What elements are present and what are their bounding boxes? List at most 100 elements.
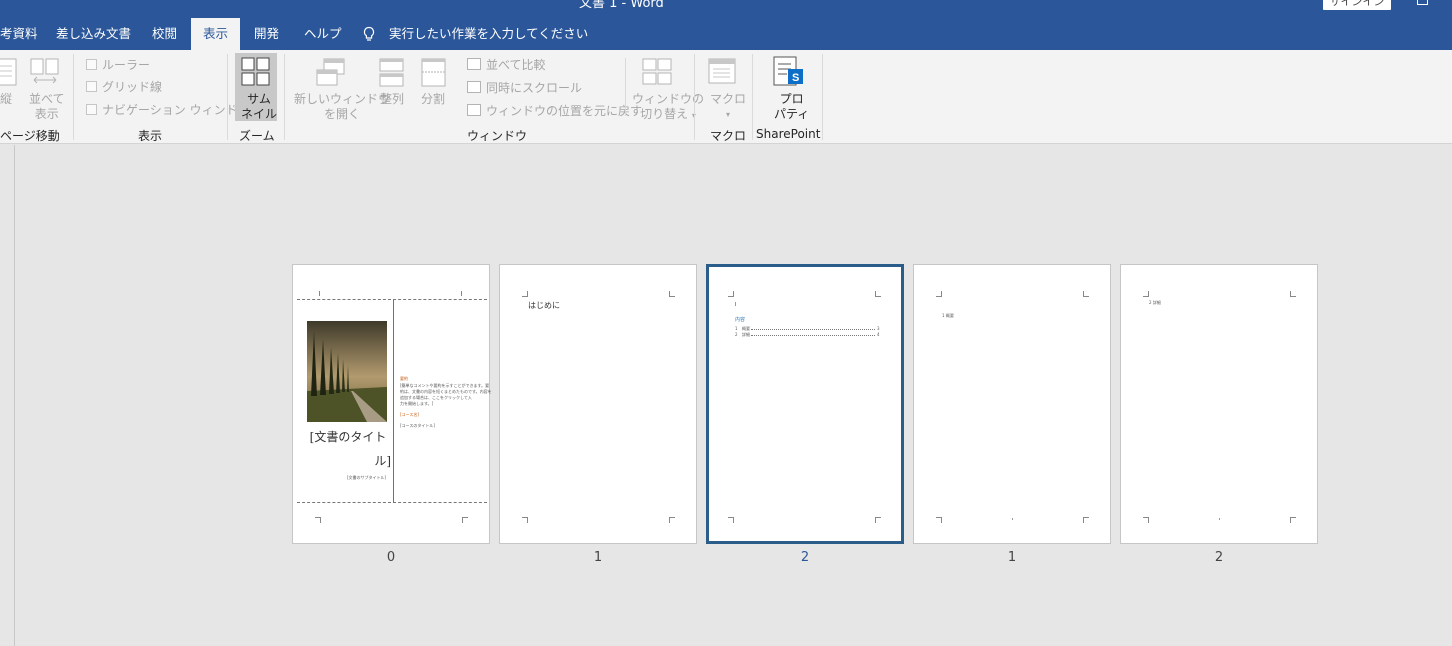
footer-line (297, 502, 487, 503)
ruler-checkbox-box (86, 59, 97, 70)
compare-icon (467, 58, 481, 70)
tab-references[interactable]: 考資料 (0, 18, 38, 50)
page-corner-mark (875, 517, 881, 523)
title-bar: 文書 1 - Word サインイン (0, 0, 1452, 18)
toc-entry-page: 3 (877, 326, 880, 331)
inner-separator (625, 58, 626, 116)
vertical-ruler (0, 145, 15, 646)
page-thumbnail-toc[interactable]: 内容 1 概要 3 2 詳細 4 (706, 264, 904, 544)
abstract-line: 追加する場合は、ここをクリックして入 (400, 395, 472, 400)
page-corner-mark (936, 517, 942, 523)
page-corner-mark (522, 517, 528, 523)
page-corner-mark (1143, 517, 1149, 523)
toc-entry-title: 詳細 (742, 332, 750, 337)
toc-heading: 内容 (735, 317, 746, 323)
page-footer-mark (1012, 518, 1013, 520)
new-window-button[interactable]: 新しいウィンドウ を開く (294, 92, 390, 122)
cover-title-line-2: ル] (374, 454, 391, 468)
page-heading: 1 概要 (942, 313, 954, 318)
side-by-side-label-2: 表示 (34, 107, 59, 121)
window-group-label: ウィンドウ (467, 129, 528, 143)
arrange-all-icon (379, 58, 404, 87)
gridlines-label: グリッド線 (102, 80, 163, 94)
navigation-pane-checkbox[interactable]: ナビゲーション ウィンドウ (86, 103, 250, 117)
side-by-side-button[interactable]: 並べて 表示 (29, 92, 65, 122)
toc-entry-number: 1 (735, 326, 738, 331)
tab-view[interactable]: 表示 (191, 18, 240, 50)
thumbnail-button[interactable]: サム ネイル (241, 92, 277, 122)
page-corner-mark (1083, 291, 1089, 297)
page-corner-mark (936, 291, 942, 297)
macros-button[interactable]: マクロ ▾ (710, 92, 746, 122)
page-heading: 2 詳細 (1149, 300, 1161, 305)
toc-leader (751, 335, 875, 336)
navigation-pane-checkbox-box (86, 104, 97, 115)
ruler-checkbox[interactable]: ルーラー (86, 58, 150, 72)
split-button[interactable]: 分割 (421, 92, 445, 107)
arrange-all-button[interactable]: 整列 (380, 92, 404, 107)
page-corner-mark (462, 517, 468, 523)
reset-window-position-button[interactable]: ウィンドウの位置を元に戻す (486, 104, 642, 118)
group-separator (73, 54, 74, 140)
ribbon-view: 縦 並べて 表示 ページ移動 ルーラー グリッド線 ナビゲーション ウィンドウ … (0, 50, 1452, 144)
cover-title: [文書のタイト ル] (305, 425, 391, 473)
signin-button[interactable]: サインイン (1323, 0, 1391, 10)
sync-scroll-icon (467, 81, 481, 93)
zoom-group-label: ズーム (239, 129, 275, 143)
tell-me-search[interactable]: 実行したい作業を入力してください (389, 18, 588, 50)
page-number-label: 0 (386, 550, 396, 565)
vertical-page-icon (0, 58, 17, 86)
gridlines-checkbox[interactable]: グリッド線 (86, 80, 162, 94)
page-number-label: 1 (1007, 550, 1017, 565)
course-value: [コースのタイトル] (400, 423, 435, 428)
abstract-heading: 要約 (400, 376, 408, 381)
properties-label-2: パティ (774, 107, 810, 121)
page-number-label: 2 (1214, 550, 1224, 565)
thumbnail-label-2: ネイル (241, 107, 278, 121)
page-thumbnail-overview[interactable]: 1 概要 (913, 264, 1111, 544)
page-thumbnail-details[interactable]: 2 詳細 (1120, 264, 1318, 544)
toc-entry-page: 4 (877, 332, 880, 337)
tab-help[interactable]: ヘルプ (304, 18, 342, 50)
sync-scroll-button[interactable]: 同時にスクロール (486, 81, 582, 95)
page-corner-mark (315, 517, 321, 523)
cover-photo (307, 321, 387, 422)
page-thumbnail-cover[interactable]: [文書のタイト ル] [文書のサブタイトル] 要約 [簡単なコメントや要約を示す… (292, 264, 492, 544)
view-side-by-side-button[interactable]: 並べて比較 (486, 58, 546, 72)
switch-windows-label-2-text: 切り替え (640, 107, 689, 121)
group-separator (752, 54, 753, 140)
page-corner-mark (1083, 517, 1089, 523)
vertical-button[interactable]: 縦 (0, 92, 12, 107)
tab-developer[interactable]: 開発 (254, 18, 279, 50)
toc-entry: 2 詳細 4 (735, 332, 881, 338)
toc-entry-title: 概要 (742, 326, 750, 331)
header-mark (319, 291, 320, 296)
page-corner-mark (1290, 517, 1296, 523)
tab-mailings[interactable]: 差し込み文書 (56, 18, 131, 50)
page-corner-mark (1143, 291, 1149, 297)
restore-window-icon[interactable] (1417, 0, 1428, 5)
page-corner-mark (669, 291, 675, 297)
abstract-line: [簡単なコメントや要約を示すことができます。要 (400, 383, 490, 388)
switch-windows-icon (642, 58, 672, 85)
page-heading: はじめに (528, 301, 560, 310)
ruler-label: ルーラー (102, 58, 151, 72)
abstract-line: 約は、文書の内容を短くまとめたものです。内容を (400, 389, 492, 394)
lightbulb-icon (363, 26, 375, 41)
page-footer-mark (1219, 518, 1220, 520)
ribbon-tab-bar: 考資料 差し込み文書 校閲 表示 開発 ヘルプ 実行したい作業を入力してください (0, 18, 1452, 50)
page-corner-mark (728, 517, 734, 523)
group-separator (284, 54, 285, 140)
page-thumbnail-intro[interactable]: はじめに (499, 264, 697, 544)
side-by-side-label-1: 並べて (29, 92, 65, 106)
page-corner-mark (522, 291, 528, 297)
sharepoint-group-label: SharePoint (756, 127, 821, 141)
cover-divider-line (393, 300, 394, 503)
header-mark (461, 291, 462, 296)
page-corner-mark (1290, 291, 1296, 297)
page-corner-mark (728, 291, 734, 297)
tab-review[interactable]: 校閲 (152, 18, 177, 50)
show-group-label: 表示 (138, 129, 163, 143)
document-properties-button[interactable]: プロ パティ (774, 92, 809, 122)
new-window-icon (316, 58, 345, 86)
